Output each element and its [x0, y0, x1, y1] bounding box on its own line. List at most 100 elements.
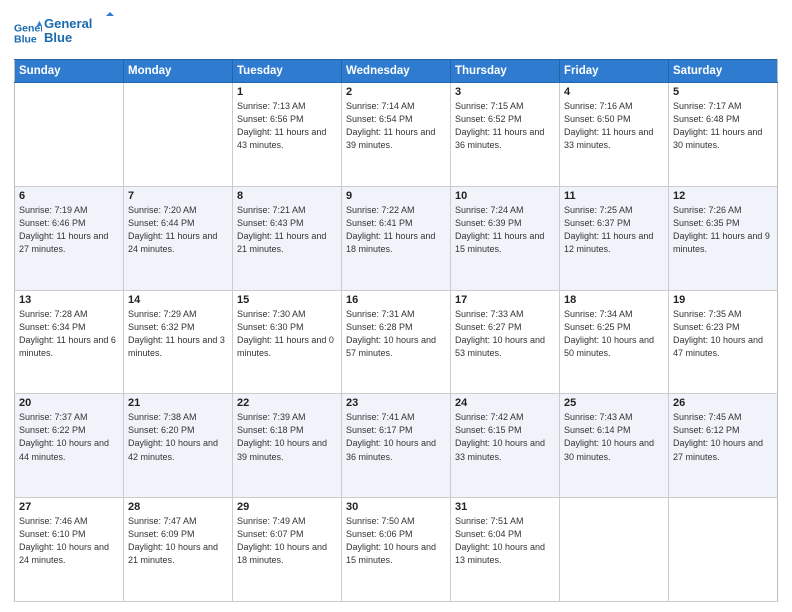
day-number: 14 — [128, 294, 228, 306]
calendar-week-3: 13 Sunrise: 7:28 AMSunset: 6:34 PMDayligh… — [15, 290, 778, 394]
day-number: 3 — [455, 86, 555, 98]
header-sunday: Sunday — [15, 60, 124, 83]
day-number: 9 — [346, 190, 446, 202]
calendar-cell: 23 Sunrise: 7:41 AMSunset: 6:17 PMDayligh… — [342, 394, 451, 498]
day-info: Sunrise: 7:22 AMSunset: 6:41 PMDaylight:… — [346, 204, 446, 256]
calendar-cell: 28Sunrise: 7:47 AMSunset: 6:09 PMDayligh… — [124, 498, 233, 602]
calendar-cell: 19Sunrise: 7:35 AMSunset: 6:23 PMDayligh… — [669, 290, 778, 394]
header-thursday: Thursday — [451, 60, 560, 83]
header-tuesday: Tuesday — [233, 60, 342, 83]
day-number: 25 — [564, 397, 664, 409]
day-info: Sunrise: 7:38 AMSunset: 6:20 PMDaylight:… — [128, 411, 228, 463]
calendar-week-2: 6 Sunrise: 7:19 AMSunset: 6:46 PMDaylight… — [15, 186, 778, 290]
day-number: 18 — [564, 294, 664, 306]
calendar-cell: 17Sunrise: 7:33 AMSunset: 6:27 PMDayligh… — [451, 290, 560, 394]
calendar-cell: 4 Sunrise: 7:16 AMSunset: 6:50 PMDaylight… — [560, 83, 669, 187]
calendar-cell: 7 Sunrise: 7:20 AMSunset: 6:44 PMDaylight… — [124, 186, 233, 290]
day-number: 6 — [19, 190, 119, 202]
day-number: 8 — [237, 190, 337, 202]
day-info: Sunrise: 7:51 AMSunset: 6:04 PMDaylight:… — [455, 515, 555, 567]
day-info: Sunrise: 7:15 AMSunset: 6:52 PMDaylight:… — [455, 100, 555, 152]
day-number: 12 — [673, 190, 773, 202]
day-number: 15 — [237, 294, 337, 306]
day-number: 20 — [19, 397, 119, 409]
day-info: Sunrise: 7:33 AMSunset: 6:27 PMDaylight:… — [455, 308, 555, 360]
day-info: Sunrise: 7:50 AMSunset: 6:06 PMDaylight:… — [346, 515, 446, 567]
day-info: Sunrise: 7:39 AMSunset: 6:18 PMDaylight:… — [237, 411, 337, 463]
day-info: Sunrise: 7:43 AMSunset: 6:14 PMDaylight:… — [564, 411, 664, 463]
day-info: Sunrise: 7:16 AMSunset: 6:50 PMDaylight:… — [564, 100, 664, 152]
calendar-cell: 29 Sunrise: 7:49 AMSunset: 6:07 PMDayligh… — [233, 498, 342, 602]
calendar-cell: 3 Sunrise: 7:15 AMSunset: 6:52 PMDaylight… — [451, 83, 560, 187]
svg-text:General: General — [44, 16, 92, 31]
day-number: 7 — [128, 190, 228, 202]
logo-svg: General Blue — [44, 12, 114, 48]
day-info: Sunrise: 7:17 AMSunset: 6:48 PMDaylight:… — [673, 100, 773, 152]
calendar-cell: 12 Sunrise: 7:26 AMSunset: 6:35 PMDayligh… — [669, 186, 778, 290]
header-friday: Friday — [560, 60, 669, 83]
header-monday: Monday — [124, 60, 233, 83]
day-number: 23 — [346, 397, 446, 409]
day-number: 31 — [455, 501, 555, 513]
calendar-cell: 31 Sunrise: 7:51 AMSunset: 6:04 PMDayligh… — [451, 498, 560, 602]
day-info: Sunrise: 7:49 AMSunset: 6:07 PMDaylight:… — [237, 515, 337, 567]
calendar-cell: 30 Sunrise: 7:50 AMSunset: 6:06 PMDayligh… — [342, 498, 451, 602]
day-info: Sunrise: 7:37 AMSunset: 6:22 PMDaylight:… — [19, 411, 119, 463]
calendar-cell: 6 Sunrise: 7:19 AMSunset: 6:46 PMDaylight… — [15, 186, 124, 290]
day-info: Sunrise: 7:34 AMSunset: 6:25 PMDaylight:… — [564, 308, 664, 360]
day-info: Sunrise: 7:29 AMSunset: 6:32 PMDaylight:… — [128, 308, 228, 360]
day-number: 26 — [673, 397, 773, 409]
calendar-cell — [15, 83, 124, 187]
calendar-table: Sunday Monday Tuesday Wednesday Thursday… — [14, 59, 778, 602]
calendar-cell: 14 Sunrise: 7:29 AMSunset: 6:32 PMDayligh… — [124, 290, 233, 394]
day-number: 5 — [673, 86, 773, 98]
calendar-cell: 27 Sunrise: 7:46 AMSunset: 6:10 PMDayligh… — [15, 498, 124, 602]
calendar-cell: 9 Sunrise: 7:22 AMSunset: 6:41 PMDaylight… — [342, 186, 451, 290]
day-info: Sunrise: 7:20 AMSunset: 6:44 PMDaylight:… — [128, 204, 228, 256]
day-info: Sunrise: 7:13 AMSunset: 6:56 PMDaylight:… — [237, 100, 337, 152]
day-info: Sunrise: 7:42 AMSunset: 6:15 PMDaylight:… — [455, 411, 555, 463]
day-number: 30 — [346, 501, 446, 513]
page: General Blue General Blue Sunday Monday … — [0, 0, 792, 612]
day-number: 16 — [346, 294, 446, 306]
calendar-cell: 5 Sunrise: 7:17 AMSunset: 6:48 PMDaylight… — [669, 83, 778, 187]
day-number: 24 — [455, 397, 555, 409]
svg-text:Blue: Blue — [14, 33, 37, 45]
header-wednesday: Wednesday — [342, 60, 451, 83]
calendar-week-1: 1Sunrise: 7:13 AMSunset: 6:56 PMDaylight… — [15, 83, 778, 187]
logo: General Blue General Blue — [14, 12, 114, 53]
day-info: Sunrise: 7:26 AMSunset: 6:35 PMDaylight:… — [673, 204, 773, 256]
calendar-cell — [124, 83, 233, 187]
calendar-cell: 22 Sunrise: 7:39 AMSunset: 6:18 PMDayligh… — [233, 394, 342, 498]
day-info: Sunrise: 7:30 AMSunset: 6:30 PMDaylight:… — [237, 308, 337, 360]
day-number: 29 — [237, 501, 337, 513]
day-info: Sunrise: 7:28 AMSunset: 6:34 PMDaylight:… — [19, 308, 119, 360]
day-number: 22 — [237, 397, 337, 409]
day-info: Sunrise: 7:19 AMSunset: 6:46 PMDaylight:… — [19, 204, 119, 256]
day-info: Sunrise: 7:41 AMSunset: 6:17 PMDaylight:… — [346, 411, 446, 463]
calendar-cell: 25 Sunrise: 7:43 AMSunset: 6:14 PMDayligh… — [560, 394, 669, 498]
day-info: Sunrise: 7:46 AMSunset: 6:10 PMDaylight:… — [19, 515, 119, 567]
day-number: 27 — [19, 501, 119, 513]
day-info: Sunrise: 7:24 AMSunset: 6:39 PMDaylight:… — [455, 204, 555, 256]
calendar-cell: 15 Sunrise: 7:30 AMSunset: 6:30 PMDayligh… — [233, 290, 342, 394]
day-number: 13 — [19, 294, 119, 306]
calendar-header-row: Sunday Monday Tuesday Wednesday Thursday… — [15, 60, 778, 83]
logo-icon: General Blue — [14, 19, 42, 47]
calendar-cell: 16Sunrise: 7:31 AMSunset: 6:28 PMDayligh… — [342, 290, 451, 394]
calendar-cell: 8Sunrise: 7:21 AMSunset: 6:43 PMDaylight… — [233, 186, 342, 290]
calendar-week-5: 27 Sunrise: 7:46 AMSunset: 6:10 PMDayligh… — [15, 498, 778, 602]
calendar-cell: 2Sunrise: 7:14 AMSunset: 6:54 PMDaylight… — [342, 83, 451, 187]
calendar-cell: 21 Sunrise: 7:38 AMSunset: 6:20 PMDayligh… — [124, 394, 233, 498]
day-info: Sunrise: 7:25 AMSunset: 6:37 PMDaylight:… — [564, 204, 664, 256]
calendar-cell: 20 Sunrise: 7:37 AMSunset: 6:22 PMDayligh… — [15, 394, 124, 498]
day-number: 10 — [455, 190, 555, 202]
day-info: Sunrise: 7:45 AMSunset: 6:12 PMDaylight:… — [673, 411, 773, 463]
calendar-cell: 18 Sunrise: 7:34 AMSunset: 6:25 PMDayligh… — [560, 290, 669, 394]
day-number: 4 — [564, 86, 664, 98]
header: General Blue General Blue — [14, 12, 778, 53]
calendar-cell — [560, 498, 669, 602]
calendar-cell: 24 Sunrise: 7:42 AMSunset: 6:15 PMDayligh… — [451, 394, 560, 498]
day-number: 21 — [128, 397, 228, 409]
day-info: Sunrise: 7:47 AMSunset: 6:09 PMDaylight:… — [128, 515, 228, 567]
